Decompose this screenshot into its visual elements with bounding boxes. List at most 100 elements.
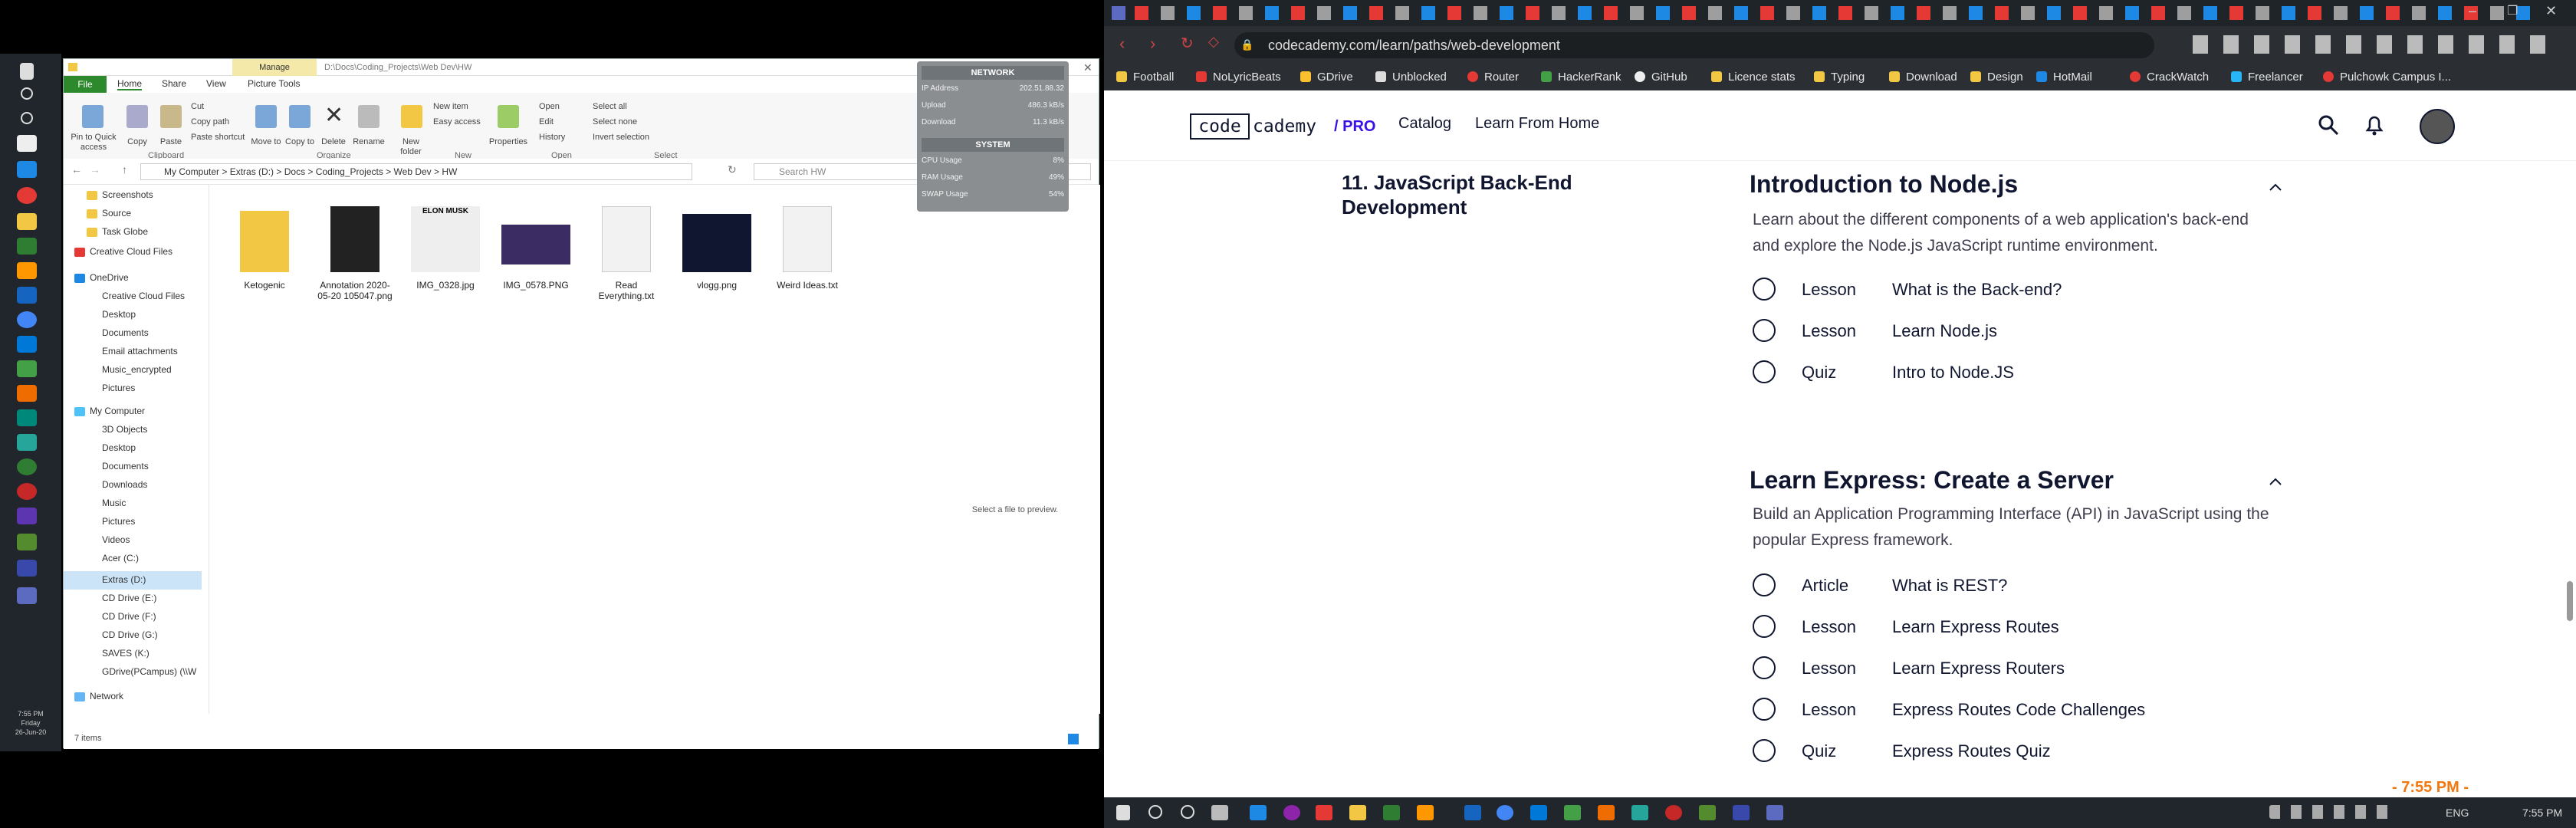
item-name[interactable]: Express Routes Code Challenges — [1892, 700, 2145, 720]
list-item[interactable]: Lesson Learn Express Routers — [1753, 652, 2289, 682]
nav-item[interactable]: CD Drive (E:) — [102, 593, 156, 603]
app-icon[interactable] — [1250, 805, 1267, 820]
bookmark-item[interactable]: CrackWatch — [2130, 71, 2209, 84]
nav-item[interactable]: Task Globe — [102, 226, 148, 237]
bookmark-item[interactable]: Design — [1970, 71, 2023, 84]
language-indicator[interactable]: ENG — [2446, 807, 2469, 819]
brave-icon[interactable] — [1316, 805, 1332, 820]
app-icon[interactable] — [1598, 805, 1615, 820]
back-icon[interactable]: ‹ — [1119, 34, 1125, 54]
bookmark-item[interactable]: Freelancer — [2231, 71, 2303, 84]
nav-item[interactable]: GDrive(PCampus) (\\W — [102, 666, 196, 677]
item-name[interactable]: Learn Express Routers — [1892, 659, 2065, 678]
refresh-icon[interactable]: ↻ — [728, 163, 737, 176]
avatar[interactable] — [2420, 109, 2455, 144]
maximize-icon[interactable]: ❐ — [2507, 3, 2518, 18]
nav-item[interactable]: Documents — [102, 461, 149, 472]
edit-button[interactable]: Edit — [539, 117, 554, 127]
app-icon[interactable] — [1699, 805, 1716, 820]
bookmark-item[interactable]: Typing — [1814, 71, 1865, 84]
item-name[interactable]: Express Routes Quiz — [1892, 741, 2051, 761]
bookmark-icon[interactable]: ◇ — [1208, 34, 1219, 50]
file-item[interactable]: vlogg.png — [678, 206, 755, 291]
nav-item[interactable]: Pictures — [102, 516, 135, 527]
tab-file[interactable]: File — [64, 76, 107, 93]
crumb-my-computer[interactable]: My Computer — [164, 166, 219, 177]
tab-share[interactable]: Share — [162, 78, 186, 89]
properties-button[interactable]: Properties — [484, 137, 533, 147]
bell-icon[interactable] — [2364, 113, 2384, 136]
search-icon[interactable] — [21, 87, 33, 100]
nav-catalog[interactable]: Catalog — [1398, 115, 1451, 133]
crumb-web-dev[interactable]: Web Dev — [394, 166, 432, 177]
cut-button[interactable]: Cut — [191, 102, 204, 112]
pinned-tabs[interactable] — [1135, 6, 2538, 20]
task-view-icon[interactable] — [17, 135, 37, 152]
tab-home[interactable]: Home — [117, 78, 143, 90]
tab-favicon-icon[interactable] — [1112, 6, 1125, 20]
nav-item[interactable]: 3D Objects — [102, 424, 147, 435]
new-folder-button[interactable]: New folder — [393, 137, 429, 157]
nav-item[interactable]: Pictures — [102, 383, 135, 393]
task-view-icon[interactable] — [1211, 805, 1228, 820]
file-item[interactable]: IMG_0578.PNG — [498, 206, 574, 291]
bookmark-item[interactable]: Licence stats — [1711, 71, 1796, 84]
app-icon[interactable] — [17, 409, 37, 426]
forward-icon[interactable]: › — [1150, 34, 1155, 54]
copy-button[interactable]: Copy — [122, 137, 153, 147]
crumb-extras[interactable]: Extras (D:) — [230, 166, 274, 177]
app-icon[interactable] — [1530, 805, 1547, 820]
nav-item[interactable]: Email attachments — [102, 346, 178, 356]
bookmark-item[interactable]: HackerRank — [1541, 71, 1622, 84]
app-icon[interactable] — [17, 262, 37, 279]
nav-learn-from-home[interactable]: Learn From Home — [1475, 115, 1599, 133]
bookmark-item[interactable]: Football — [1116, 71, 1174, 84]
reload-icon[interactable]: ↻ — [1181, 34, 1194, 53]
item-name[interactable]: Intro to Node.JS — [1892, 363, 2014, 383]
nav-item-selected[interactable]: Extras (D:) — [102, 574, 146, 585]
list-item[interactable]: Lesson Learn Node.js — [1753, 314, 2289, 345]
chrome-icon[interactable] — [17, 311, 37, 328]
app-icon[interactable] — [1665, 805, 1682, 820]
nav-item[interactable]: Downloads — [102, 479, 147, 490]
app-icon[interactable] — [17, 336, 37, 353]
bookmark-item[interactable]: Download — [1889, 71, 1957, 84]
tab-picture-tools[interactable]: Picture Tools — [248, 78, 300, 89]
list-item[interactable]: Lesson Express Routes Code Challenges — [1753, 693, 2289, 724]
brave-icon[interactable] — [17, 187, 37, 204]
crumb-hw[interactable]: HW — [442, 166, 457, 177]
nav-item[interactable]: Music — [102, 498, 126, 508]
start-icon[interactable] — [20, 63, 34, 80]
nav-item[interactable]: Creative Cloud Files — [90, 246, 172, 257]
back-icon[interactable]: ← — [71, 163, 82, 176]
nav-item[interactable]: SAVES (K:) — [102, 648, 150, 659]
pin-button[interactable]: Pin to Quick access — [67, 133, 120, 153]
app-icon[interactable] — [17, 483, 37, 500]
app-icon[interactable] — [1464, 805, 1481, 820]
rename-button[interactable]: Rename — [352, 137, 386, 147]
app-icon[interactable] — [1631, 805, 1648, 820]
nav-item[interactable]: Desktop — [102, 442, 136, 453]
bookmark-item[interactable]: NoLyricBeats — [1196, 71, 1281, 84]
nav-item[interactable]: Network — [90, 691, 123, 702]
folder-icon[interactable] — [1349, 805, 1366, 820]
nav-item[interactable]: CD Drive (F:) — [102, 611, 156, 622]
tiles-view-icon[interactable] — [1068, 734, 1079, 744]
select-all-button[interactable]: Select all — [593, 102, 627, 112]
crumb-docs[interactable]: Docs — [284, 166, 305, 177]
url-bar[interactable]: codecademy.com/learn/paths/web-developme… — [1234, 32, 2154, 58]
easy-access-button[interactable]: Easy access — [433, 117, 481, 127]
nav-item[interactable]: Music_encrypted — [102, 364, 172, 375]
select-none-button[interactable]: Select none — [593, 117, 637, 127]
bookmark-item[interactable]: GDrive — [1300, 71, 1353, 84]
crumb-coding-projects[interactable]: Coding_Projects — [316, 166, 383, 177]
search-icon[interactable] — [1148, 805, 1162, 819]
app-icon[interactable] — [17, 587, 37, 604]
app-icon[interactable] — [17, 508, 37, 524]
copy-path-button[interactable]: Copy path — [191, 117, 229, 127]
paste-shortcut-button[interactable]: Paste shortcut — [191, 133, 245, 143]
bookmark-item[interactable]: Router — [1467, 71, 1519, 84]
start-icon[interactable] — [1116, 805, 1130, 820]
file-item[interactable]: Weird Ideas.txt — [769, 206, 846, 291]
list-item[interactable]: Quiz Express Routes Quiz — [1753, 734, 2289, 765]
